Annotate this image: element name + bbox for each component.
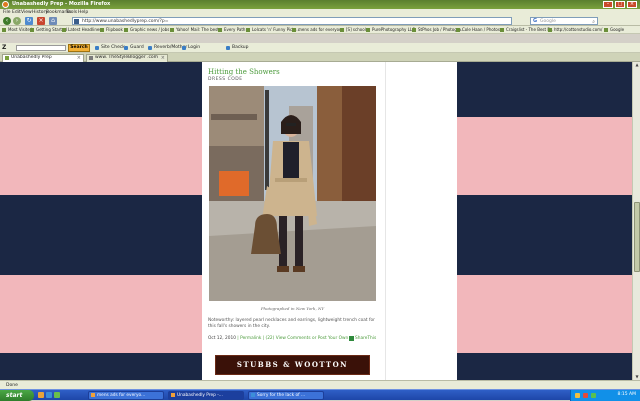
toolbar-search-input[interactable]: [16, 45, 66, 51]
menu-tools[interactable]: Tools: [66, 10, 77, 15]
bookmark-item[interactable]: Craigslist - The Best F...: [500, 27, 553, 32]
tab-stylblogger[interactable]: www. TheStyleBlogger .com ×: [86, 54, 168, 62]
scroll-up-icon[interactable]: ▲: [634, 62, 640, 68]
menu-view[interactable]: View: [21, 10, 32, 15]
toolbar-item[interactable]: Site Check: [95, 45, 125, 50]
bookmark-item[interactable]: [S] school: [340, 27, 366, 32]
post-category[interactable]: DRESS CODE: [208, 77, 243, 82]
site-favicon-icon: [74, 19, 79, 24]
tab-close-icon[interactable]: ×: [77, 55, 81, 61]
view-comments-link[interactable]: View Comments or Post Your Own: [276, 336, 349, 341]
close-icon[interactable]: ×: [627, 1, 637, 8]
taskbar-item-label: Sorry for the lack of ...: [257, 393, 306, 398]
bookmark-item[interactable]: Most Visited: [2, 27, 32, 32]
post-body: Noteworthy: layered pearl necklaces and …: [208, 318, 375, 329]
system-tray: 8:15 AM: [570, 390, 640, 401]
permalink-link[interactable]: Permalink: [240, 336, 261, 341]
tray-icon[interactable]: [575, 393, 580, 398]
tab-label: Unabashedly Prep: [11, 55, 52, 60]
menu-file[interactable]: File: [3, 10, 11, 15]
page-viewport: Hitting the Showers DRESS CODE Photograp…: [0, 62, 632, 380]
url-text: http://www.unabashedlyprep.com/?p=: [82, 19, 169, 24]
bookmark-item[interactable]: Google: [604, 27, 624, 32]
maximize-icon[interactable]: □: [615, 1, 625, 8]
forward-icon[interactable]: ›: [13, 17, 21, 25]
google-icon: G: [533, 18, 538, 24]
bookmark-item[interactable]: Every Path: [218, 27, 245, 32]
scrollbar-thumb[interactable]: [634, 202, 640, 272]
firefox-icon: [2, 1, 9, 8]
tab-strip: Unabashedly Prep × www. TheStyleBlogger …: [0, 53, 640, 62]
toolbar-logo[interactable]: Z: [2, 44, 6, 51]
search-icon[interactable]: ⌕: [592, 19, 595, 25]
firefox-icon: [91, 393, 95, 397]
bookmark-item[interactable]: Graphic news / Jobs: [124, 27, 169, 32]
bookmark-item[interactable]: Cole Haan / Photos: [456, 27, 500, 32]
status-bar: Done: [0, 380, 640, 389]
tab-unabashedly-prep[interactable]: Unabashedly Prep ×: [2, 54, 84, 62]
start-button[interactable]: start: [0, 390, 34, 401]
tray-icon[interactable]: [591, 393, 596, 398]
bookmark-item[interactable]: Yahoo! Mail: The best: [170, 27, 219, 32]
reload-icon[interactable]: ↻: [25, 17, 33, 25]
home-icon[interactable]: ⌂: [49, 17, 57, 25]
street-style-photo: [209, 86, 376, 301]
bookmark-item[interactable]: Flipbook: [100, 27, 123, 32]
tray-icon[interactable]: [583, 393, 588, 398]
search-placeholder: Google: [540, 19, 556, 24]
taskbar: start mens ads for everyo... Unabashedly…: [0, 389, 640, 401]
bookmark-item[interactable]: mens ads for everyone: [292, 27, 344, 32]
toolbar-search-button[interactable]: Search: [68, 44, 90, 52]
browser-window: Unabashedly Prep - Mozilla Firefox – □ ×…: [0, 0, 640, 401]
bookmark-item[interactable]: http://cottonstudio.com/: [548, 27, 602, 32]
quicklaunch-firefox-icon[interactable]: [38, 392, 44, 398]
taskbar-item-label: Unabashedly Prep -...: [177, 393, 223, 398]
vertical-scrollbar[interactable]: ▲ ▼: [632, 62, 640, 380]
sidebar-divider: [385, 62, 386, 380]
stubbs-wootton-banner[interactable]: STUBBS & WOOTTON: [215, 355, 370, 375]
post-title[interactable]: Hitting the Showers: [208, 68, 280, 76]
taskbar-item[interactable]: Unabashedly Prep -...: [168, 391, 244, 400]
post-meta: Oct 12, 2010 | Permalink | (22) View Com…: [208, 336, 349, 341]
addon-toolbar: Z Search Site Check Guard Reverb/Mother …: [0, 43, 640, 53]
ie-icon: [251, 393, 255, 397]
toolbar-item[interactable]: Backup: [226, 45, 249, 50]
toolbar-item[interactable]: Guard: [124, 45, 144, 50]
status-text: Done: [6, 383, 18, 388]
comment-count-link[interactable]: (22): [266, 336, 275, 341]
share-button[interactable]: ShareThis: [349, 336, 376, 341]
minimize-icon[interactable]: –: [603, 1, 613, 8]
navigation-bar: ‹ › ↻ × ⌂ http://www.unabashedlyprep.com…: [0, 16, 640, 26]
tab-label: www. TheStyleBlogger .com: [95, 55, 159, 60]
tab-favicon-icon: [89, 56, 93, 60]
taskbar-item[interactable]: mens ads for everyo...: [88, 391, 164, 400]
taskbar-item[interactable]: Sorry for the lack of ...: [248, 391, 324, 400]
bookmark-item[interactable]: PurePhotography LLC: [366, 27, 415, 32]
toolbar-item[interactable]: Login: [182, 45, 200, 50]
post-photo: [209, 86, 376, 301]
post-date: Oct 12, 2010: [208, 336, 236, 341]
photo-caption: Photographed in New York, NY: [260, 306, 325, 311]
address-bar[interactable]: http://www.unabashedlyprep.com/?p=: [72, 17, 512, 25]
menu-bar: File Edit View History Bookmarks Tools H…: [0, 9, 640, 16]
title-bar: Unabashedly Prep - Mozilla Firefox – □ ×: [0, 0, 640, 9]
quicklaunch-ie-icon[interactable]: [46, 392, 52, 398]
firefox-icon: [171, 393, 175, 397]
stop-icon[interactable]: ×: [37, 17, 45, 25]
clock: 8:15 AM: [617, 392, 637, 397]
quicklaunch-desktop-icon[interactable]: [54, 392, 60, 398]
tab-close-icon[interactable]: ×: [161, 55, 165, 61]
back-icon[interactable]: ‹: [3, 17, 11, 25]
search-input[interactable]: G Google ⌕: [530, 17, 598, 25]
bookmark-item[interactable]: Latest Headlines: [62, 27, 101, 32]
tab-favicon-icon: [5, 56, 9, 60]
window-title: Unabashedly Prep - Mozilla Firefox: [12, 1, 111, 7]
menu-edit[interactable]: Edit: [12, 10, 21, 15]
menu-help[interactable]: Help: [78, 10, 88, 15]
taskbar-item-label: mens ads for everyo...: [97, 393, 146, 398]
bookmarks-toolbar: Most Visited Getting Started Latest Head…: [0, 26, 640, 34]
